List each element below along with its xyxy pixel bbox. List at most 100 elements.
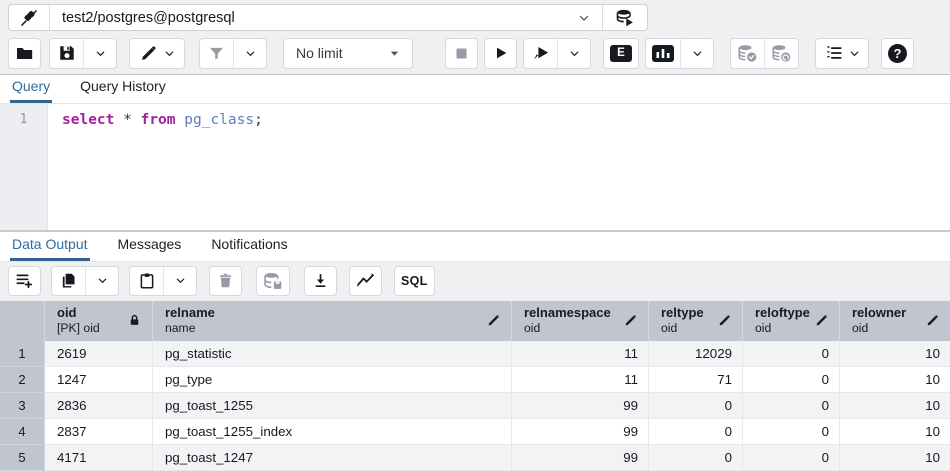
- explain-analyze-button[interactable]: [646, 39, 680, 68]
- cell-reloftype[interactable]: 0: [743, 393, 840, 419]
- cell-reltype[interactable]: 0: [649, 419, 743, 445]
- cell-relowner[interactable]: 10: [840, 341, 950, 367]
- cell-relowner[interactable]: 10: [840, 393, 950, 419]
- delete-row-button[interactable]: [209, 266, 242, 296]
- filter-options-dropdown[interactable]: [233, 39, 266, 68]
- cell-reltype[interactable]: 71: [649, 367, 743, 393]
- execute-to-cursor-button[interactable]: [524, 39, 557, 68]
- column-header-oid[interactable]: oid[PK] oid: [45, 301, 153, 341]
- cell-relname[interactable]: pg_type: [153, 367, 512, 393]
- help-button[interactable]: ?: [881, 38, 914, 69]
- floppy-disk-icon: [58, 44, 76, 62]
- cell-relname[interactable]: pg_toast_1247: [153, 445, 512, 471]
- cell-relowner[interactable]: 10: [840, 445, 950, 471]
- line-chart-icon: [356, 271, 375, 290]
- filter-button[interactable]: [200, 39, 233, 68]
- cell-relnamespace[interactable]: 99: [512, 419, 649, 445]
- row-number[interactable]: 3: [0, 393, 45, 419]
- cell-reloftype[interactable]: 0: [743, 367, 840, 393]
- dropdown-arrow-icon: [389, 48, 400, 59]
- save-options-dropdown[interactable]: [83, 39, 116, 68]
- cancel-query-button[interactable]: [445, 38, 478, 69]
- copy-button[interactable]: [52, 267, 85, 295]
- stop-square-icon: [454, 46, 469, 61]
- column-header-reloftype[interactable]: reloftypeoid: [743, 301, 840, 341]
- cell-relnamespace[interactable]: 99: [512, 393, 649, 419]
- cell-oid[interactable]: 2619: [45, 341, 153, 367]
- cell-relname[interactable]: pg_toast_1255: [153, 393, 512, 419]
- macros-button[interactable]: [815, 38, 869, 69]
- open-file-button[interactable]: [8, 38, 41, 69]
- column-header-relnamespace[interactable]: relnamespaceoid: [512, 301, 649, 341]
- cell-reltype[interactable]: 0: [649, 445, 743, 471]
- commit-button[interactable]: [731, 39, 764, 68]
- database-check-icon: [737, 43, 758, 64]
- cell-relname[interactable]: pg_toast_1255_index: [153, 419, 512, 445]
- download-button[interactable]: [304, 266, 337, 296]
- column-header-relname[interactable]: relnamename: [153, 301, 512, 341]
- save-data-changes-button[interactable]: [256, 266, 290, 296]
- database-play-icon: [615, 8, 635, 28]
- cell-relnamespace[interactable]: 11: [512, 341, 649, 367]
- row-number[interactable]: 4: [0, 419, 45, 445]
- cell-relnamespace[interactable]: 99: [512, 445, 649, 471]
- tab-query-history[interactable]: Query History: [78, 73, 168, 103]
- paste-button[interactable]: [130, 267, 163, 295]
- cell-reloftype[interactable]: 0: [743, 419, 840, 445]
- explain-button[interactable]: E: [603, 38, 639, 69]
- graph-visualiser-button[interactable]: [349, 266, 382, 296]
- execute-options-dropdown[interactable]: [557, 39, 590, 68]
- select-all-corner[interactable]: [0, 301, 45, 341]
- editor-gutter: 1: [0, 104, 48, 230]
- save-file-button[interactable]: [50, 39, 83, 68]
- edit-dropdown-button[interactable]: [129, 38, 185, 69]
- row-limit-select[interactable]: No limit: [283, 38, 413, 69]
- column-name: oid: [57, 305, 100, 321]
- cell-reloftype[interactable]: 0: [743, 445, 840, 471]
- connection-select[interactable]: test2/postgres@postgresql: [50, 5, 602, 30]
- row-limit-value: No limit: [296, 45, 343, 61]
- chevron-down-icon: [849, 48, 860, 59]
- code-line[interactable]: select * from pg_class;: [48, 104, 950, 230]
- add-row-button[interactable]: [8, 266, 41, 296]
- tab-messages[interactable]: Messages: [116, 231, 184, 261]
- cell-reltype[interactable]: 12029: [649, 341, 743, 367]
- cell-reloftype[interactable]: 0: [743, 341, 840, 367]
- new-connection-button[interactable]: [602, 5, 647, 30]
- chevron-down-icon: [692, 48, 703, 59]
- row-number[interactable]: 1: [0, 341, 45, 367]
- cell-relowner[interactable]: 10: [840, 419, 950, 445]
- column-header-text: relowneroid: [852, 305, 906, 337]
- cell-relnamespace[interactable]: 11: [512, 367, 649, 393]
- cell-oid[interactable]: 1247: [45, 367, 153, 393]
- copy-options-dropdown[interactable]: [85, 267, 118, 295]
- cell-reltype[interactable]: 0: [649, 393, 743, 419]
- row-number[interactable]: 5: [0, 445, 45, 471]
- output-tabs: Data Output Messages Notifications: [0, 232, 950, 262]
- tab-data-output[interactable]: Data Output: [10, 231, 90, 261]
- tab-notifications[interactable]: Notifications: [209, 231, 289, 261]
- connection-status-button[interactable]: [9, 5, 50, 30]
- execute-button[interactable]: [484, 38, 517, 69]
- cell-relname[interactable]: pg_statistic: [153, 341, 512, 367]
- cell-oid[interactable]: 2837: [45, 419, 153, 445]
- column-header-reltype[interactable]: reltypeoid: [649, 301, 743, 341]
- paste-options-dropdown[interactable]: [163, 267, 196, 295]
- database-undo-icon: [771, 43, 792, 64]
- explain-e-icon: E: [610, 45, 632, 62]
- column-type: [PK] oid: [57, 321, 100, 336]
- explain-options-dropdown[interactable]: [680, 39, 713, 68]
- cell-oid[interactable]: 4171: [45, 445, 153, 471]
- pencil-icon: [140, 45, 157, 62]
- cell-relowner[interactable]: 10: [840, 367, 950, 393]
- column-header-relowner[interactable]: relowneroid: [840, 301, 950, 341]
- cell-oid[interactable]: 2836: [45, 393, 153, 419]
- column-type: oid: [661, 321, 704, 336]
- sql-editor[interactable]: 1 select * from pg_class;: [0, 104, 950, 230]
- question-mark-icon: ?: [888, 44, 907, 63]
- row-number[interactable]: 2: [0, 367, 45, 393]
- show-sql-button[interactable]: SQL: [394, 266, 435, 296]
- rollback-button[interactable]: [764, 39, 798, 68]
- pencil-icon: [487, 314, 500, 327]
- tab-query[interactable]: Query: [10, 73, 52, 103]
